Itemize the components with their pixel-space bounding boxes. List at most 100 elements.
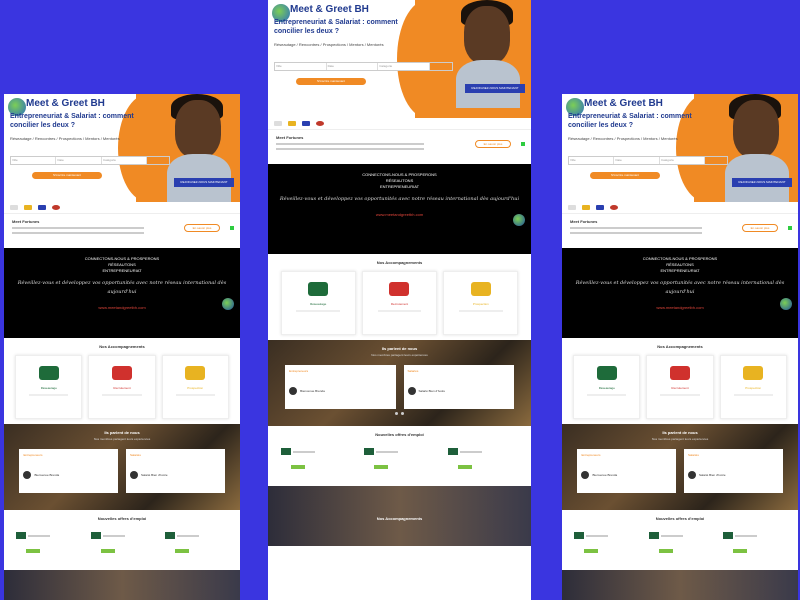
- search-field-city[interactable]: Ville: [569, 157, 615, 164]
- testimonial-card[interactable]: Entrepreneurs Bienvenue Brenda: [577, 449, 676, 493]
- offers-section: Nouvelles offres d'emploi: [268, 426, 531, 486]
- person-icon: [670, 366, 690, 380]
- offer-item[interactable]: [723, 527, 786, 553]
- icon-strip: [268, 118, 531, 130]
- offer-apply-button[interactable]: [175, 549, 190, 553]
- offer-item[interactable]: [364, 443, 434, 469]
- offer-item[interactable]: [573, 527, 637, 553]
- offer-text-line: [27, 534, 50, 537]
- service-card-prospection[interactable]: Prospection: [161, 355, 229, 419]
- search-button[interactable]: [429, 63, 452, 70]
- offer-apply-button[interactable]: [290, 465, 305, 469]
- offer-thumbnail: [15, 532, 26, 540]
- hero-subtitle: Réseautage / Rencontres / Prospections /…: [10, 136, 120, 141]
- flag-icon: [288, 121, 296, 126]
- chat-icon: [302, 121, 310, 126]
- search-button[interactable]: [705, 157, 728, 164]
- hero-search-bar[interactable]: Ville Date Catégorie: [10, 156, 171, 165]
- search-button[interactable]: [147, 157, 170, 164]
- avatar: [23, 471, 32, 479]
- offer-apply-button[interactable]: [458, 465, 472, 469]
- about-more-button[interactable]: En savoir plus: [184, 224, 220, 232]
- offer-apply-button[interactable]: [100, 549, 115, 553]
- search-field-city[interactable]: Ville: [11, 157, 57, 164]
- carousel-dot[interactable]: [395, 412, 398, 415]
- service-card-label: Prospection: [187, 386, 204, 390]
- about-more-button[interactable]: En savoir plus: [475, 140, 511, 148]
- service-card-prospection[interactable]: Prospection: [719, 355, 787, 419]
- offer-apply-button[interactable]: [374, 465, 389, 469]
- offer-apply-button[interactable]: [733, 549, 748, 553]
- people-icon: [308, 282, 329, 296]
- hero-search-bar[interactable]: Ville Date Catégorie: [568, 156, 729, 165]
- promo-link[interactable]: www.meetandgreetbh.com: [10, 305, 234, 310]
- offer-item[interactable]: [165, 527, 228, 553]
- service-card-line: [175, 394, 215, 396]
- testimonial-card[interactable]: Salariés Salarié Bien d'Ivoire: [684, 449, 783, 493]
- promo-link[interactable]: www.meetandgreetbh.com: [568, 305, 792, 310]
- testimonial-heading: Ils parlent de nous: [104, 430, 140, 435]
- service-card-prospection[interactable]: Prospection: [443, 271, 519, 335]
- hero-search-bar[interactable]: Ville Date Catégorie: [274, 62, 453, 71]
- service-card-line: [29, 394, 69, 396]
- carousel-dots[interactable]: [274, 412, 525, 415]
- search-field-date[interactable]: Date: [614, 157, 660, 164]
- search-field-category[interactable]: Catégorie: [378, 63, 430, 70]
- search-field-category[interactable]: Catégorie: [660, 157, 706, 164]
- offer-apply-button[interactable]: [658, 549, 673, 553]
- testimonial-section: Ils parlent de nous Nos membres partagen…: [4, 424, 240, 510]
- about-more-button[interactable]: En savoir plus: [742, 224, 778, 232]
- hero-cta-button[interactable]: S'inscrire maintenant: [296, 78, 366, 85]
- hero-cta-button[interactable]: S'inscrire maintenant: [590, 172, 660, 179]
- offer-item[interactable]: [280, 443, 351, 469]
- offers-title: Nouvelles offres d'emploi: [655, 516, 705, 521]
- offer-item[interactable]: [448, 443, 518, 469]
- promo-script-text: Réveillez-vous et développez vos opportu…: [17, 280, 227, 295]
- hero-join-badge[interactable]: REJOIGNEZ-NOUS MAINTENANT: [732, 178, 792, 187]
- testimonial-card[interactable]: Entrepreneurs Bienvenue Brenda: [19, 449, 118, 493]
- offer-apply-button[interactable]: [25, 549, 40, 553]
- about-text-line: [570, 232, 702, 234]
- testimonial-card-title: Entrepreneurs: [581, 453, 601, 457]
- service-card-networking[interactable]: Réseautage: [15, 355, 83, 419]
- testimonial-author: Salarié Bien d'Ivoire: [699, 473, 726, 477]
- service-card-networking[interactable]: Réseautage: [573, 355, 641, 419]
- offer-item[interactable]: [648, 527, 712, 553]
- offer-text-line: [660, 534, 683, 537]
- service-card-line: [296, 310, 341, 312]
- hero-subtitle: Réseautage / Rencontres / Prospections /…: [274, 42, 384, 47]
- search-field-date[interactable]: Date: [56, 157, 102, 164]
- testimonial-card[interactable]: Salariés Salarié Bien d'Ivoire: [403, 365, 514, 409]
- offer-apply-button[interactable]: [583, 549, 598, 553]
- testimonial-card-title: Entrepreneurs: [289, 369, 309, 373]
- chat-icon: [596, 205, 604, 210]
- testimonial-card[interactable]: Entrepreneurs Bienvenue Brenda: [285, 365, 396, 409]
- hero-portrait: [463, 6, 510, 64]
- testimonial-author: Salarié Bien d'Ivoire: [141, 473, 168, 477]
- status-dot: [230, 226, 234, 230]
- avatar: [688, 471, 696, 479]
- offer-item[interactable]: [15, 527, 79, 553]
- promo-link[interactable]: www.meetandgreetbh.com: [274, 212, 525, 217]
- testimonial-card[interactable]: Salariés Salarié Bien d'Ivoire: [126, 449, 225, 493]
- hero-join-badge[interactable]: REJOIGNEZ-NOUS MAINTENANT: [174, 178, 234, 187]
- service-card-networking[interactable]: Réseautage: [280, 271, 356, 335]
- about-text-line: [276, 143, 425, 145]
- earth-icon: [513, 214, 525, 226]
- search-field-city[interactable]: Ville: [275, 63, 327, 70]
- hero-join-badge[interactable]: REJOIGNEZ-NOUS MAINTENANT: [465, 84, 525, 93]
- search-field-category[interactable]: Catégorie: [102, 157, 148, 164]
- service-card-label: Réseautage: [598, 386, 615, 390]
- right-preview-page: Meet & Greet BH Entrepreneuriat & Salari…: [562, 94, 798, 600]
- search-field-date[interactable]: Date: [327, 63, 379, 70]
- hero-banner: Meet & Greet BH Entrepreneuriat & Salari…: [562, 94, 798, 202]
- service-card-recruitment[interactable]: Recrutement: [88, 355, 156, 419]
- status-dot: [521, 142, 525, 146]
- offer-item[interactable]: [90, 527, 154, 553]
- service-card-recruitment[interactable]: Recrutement: [646, 355, 714, 419]
- service-card-recruitment[interactable]: Recrutement: [361, 271, 438, 335]
- calendar-icon: [568, 205, 576, 210]
- hero-cta-button[interactable]: S'inscrire maintenant: [32, 172, 102, 179]
- testimonial-section: Ils parlent de nous Nos membres partagen…: [562, 424, 798, 510]
- carousel-dot[interactable]: [401, 412, 404, 415]
